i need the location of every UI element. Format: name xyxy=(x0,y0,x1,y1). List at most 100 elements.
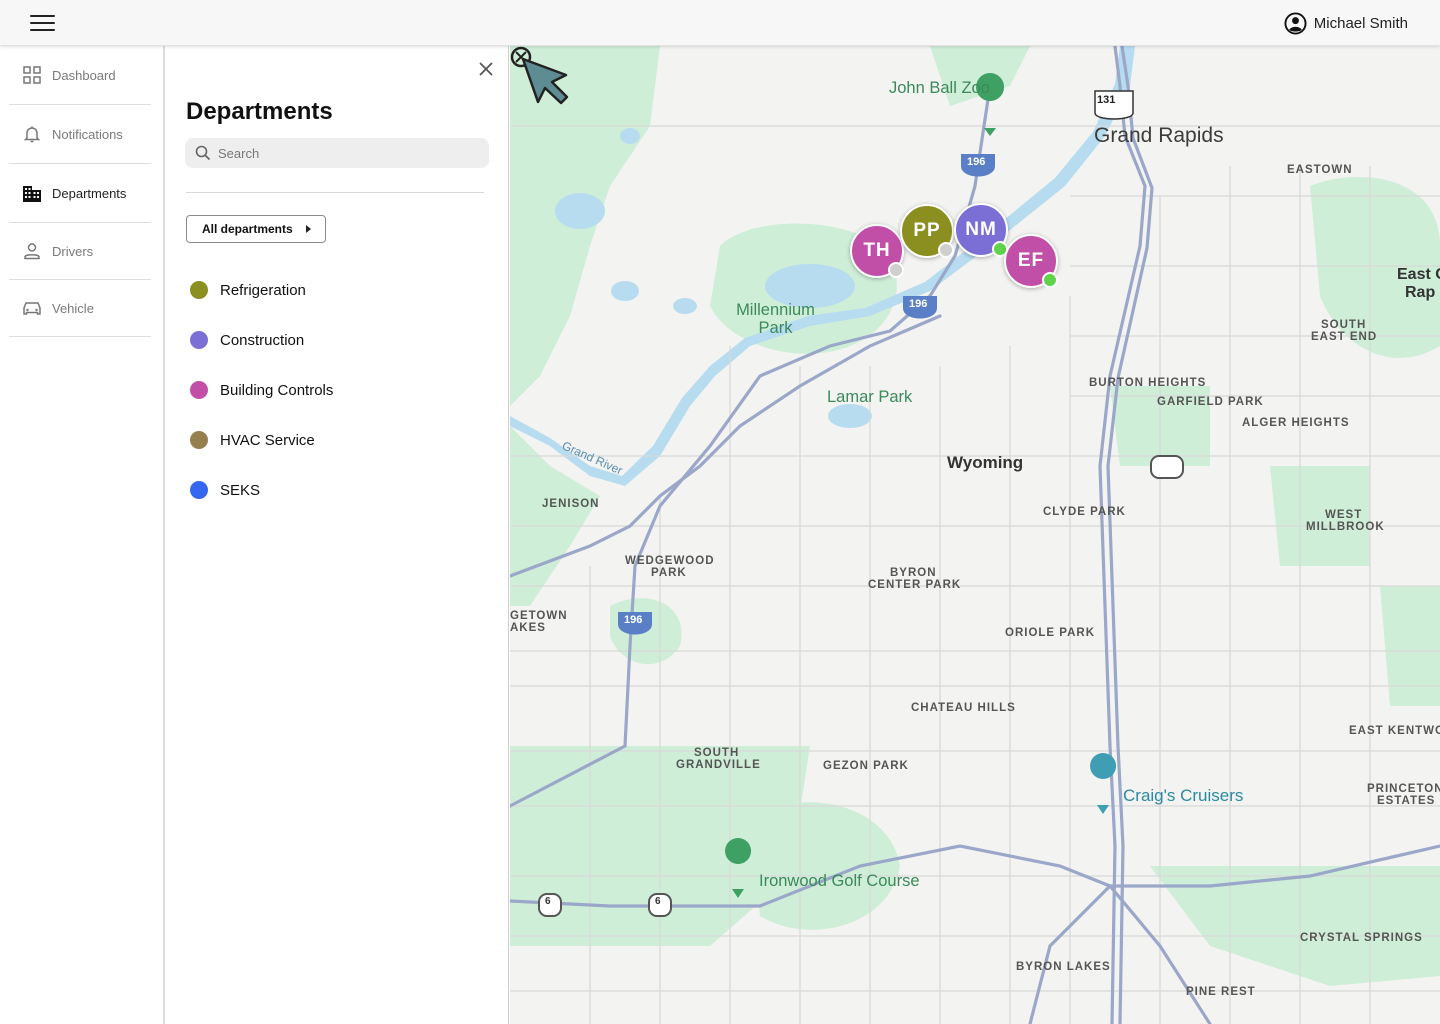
department-item[interactable]: HVAC Service xyxy=(190,415,333,465)
car-icon xyxy=(23,302,41,315)
department-item[interactable]: Construction xyxy=(190,315,333,365)
map-label-pine-rest: PINE REST xyxy=(1186,986,1256,998)
color-dot xyxy=(190,431,208,449)
close-icon[interactable] xyxy=(477,60,495,78)
sidebar-item-dashboard[interactable]: Dashboard xyxy=(9,46,151,105)
map-label-east-kentwood: EAST KENTWO xyxy=(1349,725,1440,737)
department-name: Building Controls xyxy=(220,381,334,399)
map-label-grand-rapids: Grand Rapids xyxy=(1094,124,1224,147)
map-label-wyoming: Wyoming xyxy=(947,453,1024,472)
sidebar-item-label: Departments xyxy=(52,185,127,201)
map-label-jenison: JENISON xyxy=(542,498,600,510)
top-bar: Michael Smith xyxy=(0,0,1440,46)
account-circle-icon xyxy=(1284,12,1307,35)
map-label-south-grandville-2: GRANDVILLE xyxy=(676,759,761,771)
map-label-south-grandville-1: SOUTH xyxy=(694,747,740,759)
map-label-south-east-end-2: EAST END xyxy=(1311,331,1378,343)
map-base xyxy=(510,46,1440,1024)
driver-marker-pp[interactable]: PP xyxy=(900,204,954,258)
map-label-wedgewood-1: WEDGEWOOD xyxy=(625,555,715,567)
map-label-byron-lakes: BYRON LAKES xyxy=(1016,961,1111,973)
color-dot xyxy=(190,381,208,399)
map-label-garfield-park: GARFIELD PARK xyxy=(1157,396,1264,408)
map-label-princeton-2: ESTATES xyxy=(1377,795,1436,807)
map-label-lamar-park: Lamar Park xyxy=(827,388,913,406)
shield-label-196: 196 xyxy=(967,156,986,168)
shield-label-6: 6 xyxy=(545,896,551,907)
marker-initials: NM xyxy=(965,219,997,240)
sidebar-nav: Dashboard Notifications Departments Driv… xyxy=(0,46,165,1024)
status-dot xyxy=(888,262,904,278)
divider xyxy=(186,192,484,193)
map-view[interactable]: Grand Rapids Wyoming John Ball Zoo Mille… xyxy=(510,46,1440,1024)
map-label-wedgewood-2: PARK xyxy=(651,567,687,579)
all-departments-label: All departments xyxy=(202,222,293,236)
map-label-byron-center-park-2: CENTER PARK xyxy=(868,579,962,591)
bell-icon xyxy=(23,126,41,143)
map-label-west-millbrook-1: WEST xyxy=(1325,509,1363,521)
grid-icon xyxy=(23,66,41,84)
map-label-millennium-park: Millennium Park xyxy=(736,301,815,337)
map-label-eastown: EASTOWN xyxy=(1287,164,1353,176)
color-dot xyxy=(190,481,208,499)
user-menu[interactable]: Michael Smith xyxy=(1284,12,1408,35)
sidebar-item-label: Drivers xyxy=(52,243,94,259)
map-label-alger-heights: ALGER HEIGHTS xyxy=(1242,417,1350,429)
sidebar-item-drivers[interactable]: Drivers xyxy=(9,223,151,280)
departments-panel: Departments All departments Refrigeratio… xyxy=(166,46,509,1024)
department-item[interactable]: Refrigeration xyxy=(190,265,333,315)
map-label-burton-heights: BURTON HEIGHTS xyxy=(1089,377,1207,389)
department-name: Refrigeration xyxy=(220,281,306,299)
map-label-john-ball-zoo: John Ball Zoo xyxy=(889,79,990,97)
search-icon xyxy=(195,145,211,161)
color-dot xyxy=(190,281,208,299)
map-label-east-grand-rapids-2: Rap xyxy=(1405,284,1436,301)
department-name: SEKS xyxy=(220,481,261,499)
department-item[interactable]: Building Controls xyxy=(190,365,333,415)
map-label-south-east-end-1: SOUTH xyxy=(1321,319,1367,331)
marker-initials: TH xyxy=(863,240,891,261)
map-label-georgetown-1: GETOWN xyxy=(510,610,568,622)
map-label-craigs-cruisers: Craig's Cruisers xyxy=(1123,786,1244,805)
map-label-ironwood-golf-course: Ironwood Golf Course xyxy=(759,872,920,890)
map-label-georgetown-2: AKES xyxy=(510,622,546,634)
search-box xyxy=(185,138,489,168)
color-dot xyxy=(190,331,208,349)
map-label-east-grand-rapids-1: East G xyxy=(1397,266,1440,283)
department-name: Construction xyxy=(220,331,305,349)
map-label-oriole-park: ORIOLE PARK xyxy=(1005,627,1096,639)
map-label-clyde-park: CLYDE PARK xyxy=(1043,506,1126,518)
map-label-west-millbrook-2: MILLBROOK xyxy=(1306,521,1385,533)
person-icon xyxy=(24,243,40,260)
search-input[interactable] xyxy=(218,145,478,161)
shield-label-6: 6 xyxy=(655,896,661,907)
shield-label-131: 131 xyxy=(1097,94,1116,106)
driver-marker-th[interactable]: TH xyxy=(850,224,904,278)
building-icon xyxy=(23,186,41,202)
map-label-crystal-springs: CRYSTAL SPRINGS xyxy=(1300,932,1423,944)
map-label-gezon-park: GEZON PARK xyxy=(823,760,909,772)
status-dot xyxy=(938,242,954,258)
driver-marker-ef[interactable]: EF xyxy=(1004,234,1058,288)
marker-initials: PP xyxy=(913,220,941,241)
map-label-byron-center-park-1: BYRON xyxy=(890,567,937,579)
sidebar-item-notifications[interactable]: Notifications xyxy=(9,105,151,164)
department-name: HVAC Service xyxy=(220,431,315,449)
sidebar-item-departments[interactable]: Departments xyxy=(9,164,151,223)
sidebar-item-label: Notifications xyxy=(52,126,123,142)
department-item[interactable]: SEKS xyxy=(190,465,333,515)
sidebar-item-vehicle[interactable]: Vehicle xyxy=(9,280,151,337)
mouse-cursor-icon xyxy=(510,46,569,105)
department-list: Refrigeration Construction Building Cont… xyxy=(190,265,333,515)
panel-title: Departments xyxy=(186,98,333,125)
all-departments-button[interactable]: All departments xyxy=(186,215,326,243)
sidebar-item-label: Dashboard xyxy=(52,67,116,83)
driver-marker-nm[interactable]: NM xyxy=(954,203,1008,257)
shield-label-196: 196 xyxy=(909,298,928,310)
map-label-princeton-1: PRINCETON xyxy=(1367,783,1440,795)
hamburger-menu-icon[interactable] xyxy=(30,15,55,32)
status-dot xyxy=(1042,272,1058,288)
sidebar-item-label: Vehicle xyxy=(52,300,94,316)
caret-right-icon xyxy=(306,225,311,233)
user-name: Michael Smith xyxy=(1313,15,1408,32)
